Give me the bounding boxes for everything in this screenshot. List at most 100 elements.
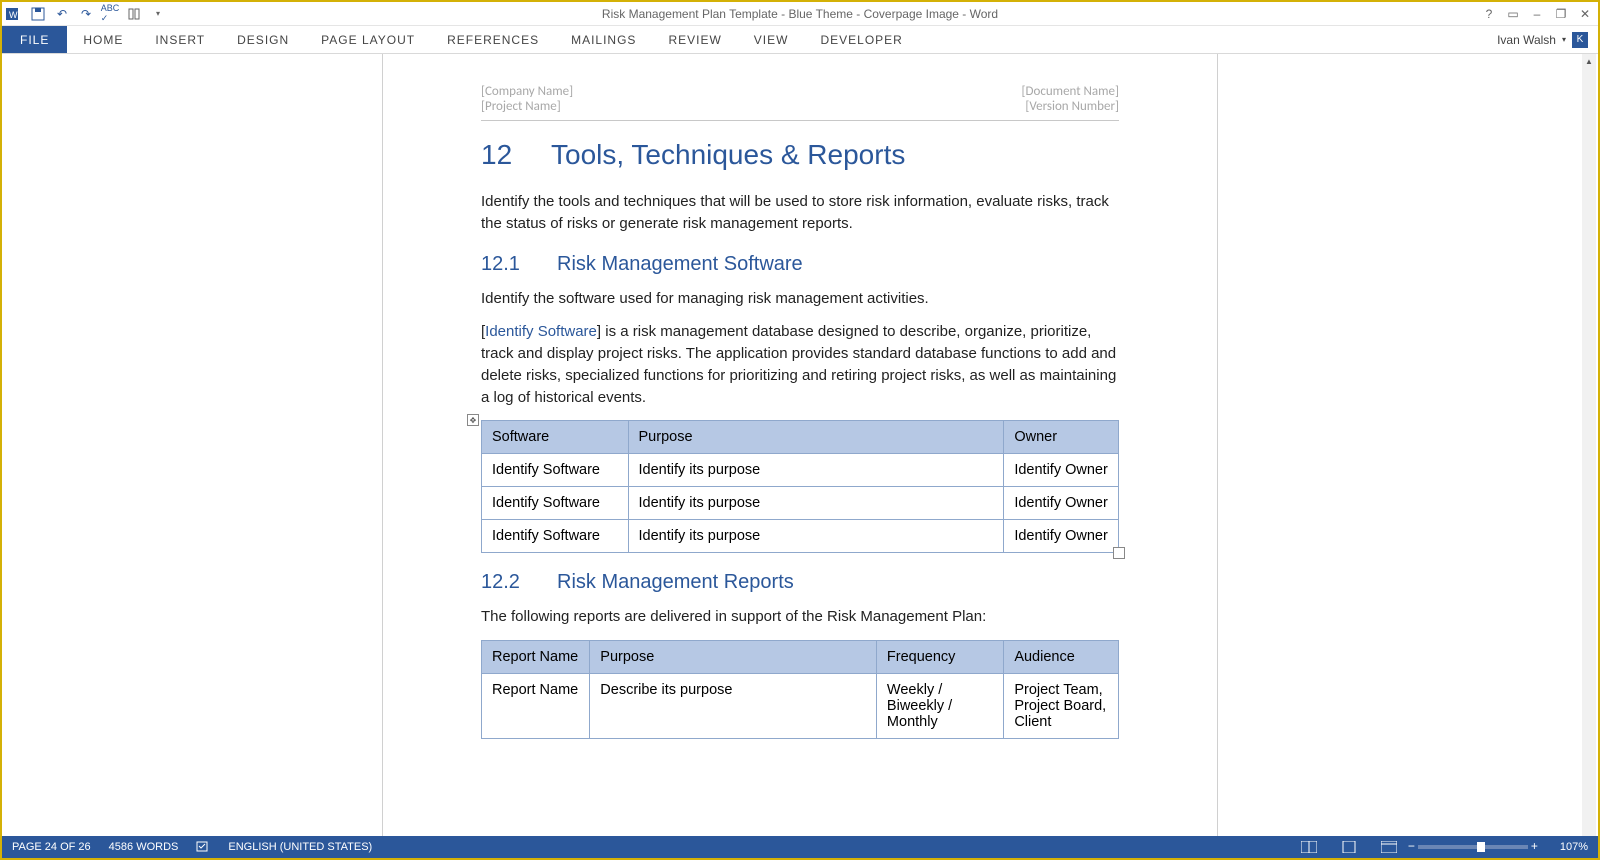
heading-12-2-text: Risk Management Reports xyxy=(557,571,794,593)
restore-icon[interactable]: ❐ xyxy=(1554,7,1568,21)
tab-insert[interactable]: INSERT xyxy=(139,26,221,53)
cell[interactable]: Identify Owner xyxy=(1004,487,1119,520)
th-software[interactable]: Software xyxy=(482,421,629,454)
heading-12[interactable]: 12Tools, Techniques & Reports xyxy=(481,139,1119,171)
zoom-slider[interactable]: − + xyxy=(1418,845,1528,849)
paragraph-reports-intro[interactable]: The following reports are delivered in s… xyxy=(481,606,1119,628)
qat-dropdown-icon[interactable]: ▾ xyxy=(150,6,166,22)
zoom-level[interactable]: 107% xyxy=(1560,841,1588,853)
paragraph-intro[interactable]: Identify the tools and techniques that w… xyxy=(481,191,1119,235)
tab-mailings[interactable]: MAILINGS xyxy=(555,26,652,53)
table-row: Report Name Describe its purpose Weekly … xyxy=(482,674,1119,739)
document-area[interactable]: ▲ [Company Name] [Project Name] [Documen… xyxy=(2,54,1598,836)
th-audience[interactable]: Audience xyxy=(1004,641,1119,674)
user-badge: K xyxy=(1572,32,1588,48)
tab-file[interactable]: FILE xyxy=(2,26,67,53)
ribbon-tabs: FILE HOME INSERT DESIGN PAGE LAYOUT REFE… xyxy=(2,26,1598,54)
status-bar: PAGE 24 OF 26 4586 WORDS ENGLISH (UNITED… xyxy=(2,836,1598,858)
th-report-purpose[interactable]: Purpose xyxy=(590,641,877,674)
spelling-icon[interactable]: ABC✓ xyxy=(102,6,118,22)
cell[interactable]: Identify Software xyxy=(482,487,629,520)
word-icon: W xyxy=(6,6,22,22)
cell[interactable]: Identify Owner xyxy=(1004,520,1119,553)
header-docname: [Document Name] xyxy=(1022,84,1119,99)
window-title: Risk Management Plan Template - Blue The… xyxy=(602,7,998,21)
title-bar: W ↶ ↷ ABC✓ ▾ Risk Management Plan Templa… xyxy=(2,2,1598,26)
user-name: Ivan Walsh xyxy=(1497,33,1556,47)
cell[interactable]: Project Team, Project Board, Client xyxy=(1004,674,1119,739)
header-version: [Version Number] xyxy=(1022,99,1119,114)
quick-access-toolbar: W ↶ ↷ ABC✓ ▾ xyxy=(2,6,166,22)
cell[interactable]: Identify its purpose xyxy=(628,487,1004,520)
cell[interactable]: Weekly / Biweekly / Monthly xyxy=(876,674,1003,739)
status-page[interactable]: PAGE 24 OF 26 xyxy=(12,841,91,853)
tab-view[interactable]: VIEW xyxy=(738,26,805,53)
zoom-thumb[interactable] xyxy=(1477,842,1485,852)
cell[interactable]: Identify its purpose xyxy=(628,454,1004,487)
print-layout-icon[interactable] xyxy=(1338,839,1360,855)
document-page[interactable]: [Company Name] [Project Name] [Document … xyxy=(382,54,1218,836)
heading-12-1-text: Risk Management Software xyxy=(557,253,803,275)
minimize-icon[interactable]: – xyxy=(1530,7,1544,21)
reports-table[interactable]: Report Name Purpose Frequency Audience R… xyxy=(481,640,1119,739)
heading-12-2-number: 12.2 xyxy=(481,571,557,594)
header-company: [Company Name] xyxy=(481,84,573,99)
scroll-up-icon[interactable]: ▲ xyxy=(1582,54,1596,68)
cell[interactable]: Describe its purpose xyxy=(590,674,877,739)
table-row: Identify Software Identify its purpose I… xyxy=(482,487,1119,520)
read-mode-icon[interactable] xyxy=(1298,839,1320,855)
cell[interactable]: Identify Software xyxy=(482,454,629,487)
table-row: Identify Software Identify its purpose I… xyxy=(482,454,1119,487)
table-header-row: Report Name Purpose Frequency Audience xyxy=(482,641,1119,674)
cell[interactable]: Report Name xyxy=(482,674,590,739)
cell[interactable]: Identify its purpose xyxy=(628,520,1004,553)
proofing-icon[interactable] xyxy=(196,839,210,856)
redo-icon[interactable]: ↷ xyxy=(78,6,94,22)
help-icon[interactable]: ? xyxy=(1482,7,1496,21)
zoom-in-icon[interactable]: + xyxy=(1531,839,1538,853)
table-row: Identify Software Identify its purpose I… xyxy=(482,520,1119,553)
th-owner[interactable]: Owner xyxy=(1004,421,1119,454)
tab-design[interactable]: DESIGN xyxy=(221,26,305,53)
cell[interactable]: Identify Owner xyxy=(1004,454,1119,487)
software-table[interactable]: Software Purpose Owner Identify Software… xyxy=(481,420,1119,553)
tab-page-layout[interactable]: PAGE LAYOUT xyxy=(305,26,431,53)
zoom-out-icon[interactable]: − xyxy=(1408,839,1415,853)
status-language[interactable]: ENGLISH (UNITED STATES) xyxy=(228,841,372,853)
window-controls: ? ▭ – ❐ ✕ xyxy=(1482,7,1598,21)
paragraph-software-intro[interactable]: Identify the software used for managing … xyxy=(481,288,1119,310)
th-purpose[interactable]: Purpose xyxy=(628,421,1004,454)
tab-review[interactable]: REVIEW xyxy=(652,26,737,53)
th-frequency[interactable]: Frequency xyxy=(876,641,1003,674)
header-project: [Project Name] xyxy=(481,99,573,114)
web-layout-icon[interactable] xyxy=(1378,839,1400,855)
th-report-name[interactable]: Report Name xyxy=(482,641,590,674)
header-rule xyxy=(481,120,1119,121)
doc-header: [Company Name] [Project Name] [Document … xyxy=(481,84,1119,114)
tab-references[interactable]: REFERENCES xyxy=(431,26,555,53)
table-move-handle-icon[interactable]: ✥ xyxy=(467,414,479,426)
account-user[interactable]: Ivan Walsh ▾ K xyxy=(1497,26,1598,53)
undo-icon[interactable]: ↶ xyxy=(54,6,70,22)
software-table-wrap: ✥ Software Purpose Owner Identify Softwa… xyxy=(481,420,1119,553)
table-resize-handle-icon[interactable] xyxy=(1113,547,1125,559)
user-dropdown-icon: ▾ xyxy=(1562,35,1566,44)
table-header-row: Software Purpose Owner xyxy=(482,421,1119,454)
heading-12-number: 12 xyxy=(481,139,551,171)
identify-software-link[interactable]: Identify Software xyxy=(485,323,597,340)
reports-table-wrap: Report Name Purpose Frequency Audience R… xyxy=(481,640,1119,739)
close-icon[interactable]: ✕ xyxy=(1578,7,1592,21)
cell[interactable]: Identify Software xyxy=(482,520,629,553)
tab-home[interactable]: HOME xyxy=(67,26,139,53)
status-words[interactable]: 4586 WORDS xyxy=(109,841,179,853)
paragraph-software-desc[interactable]: [Identify Software] is a risk management… xyxy=(481,321,1119,408)
heading-12-1-number: 12.1 xyxy=(481,253,557,276)
heading-12-1[interactable]: 12.1Risk Management Software xyxy=(481,253,1119,276)
heading-12-text: Tools, Techniques & Reports xyxy=(551,139,905,170)
tab-developer[interactable]: DEVELOPER xyxy=(804,26,918,53)
ribbon-display-options-icon[interactable]: ▭ xyxy=(1506,7,1520,21)
vertical-scrollbar[interactable]: ▲ xyxy=(1582,54,1596,836)
touch-mode-icon[interactable] xyxy=(126,6,142,22)
save-icon[interactable] xyxy=(30,6,46,22)
heading-12-2[interactable]: 12.2Risk Management Reports xyxy=(481,571,1119,594)
